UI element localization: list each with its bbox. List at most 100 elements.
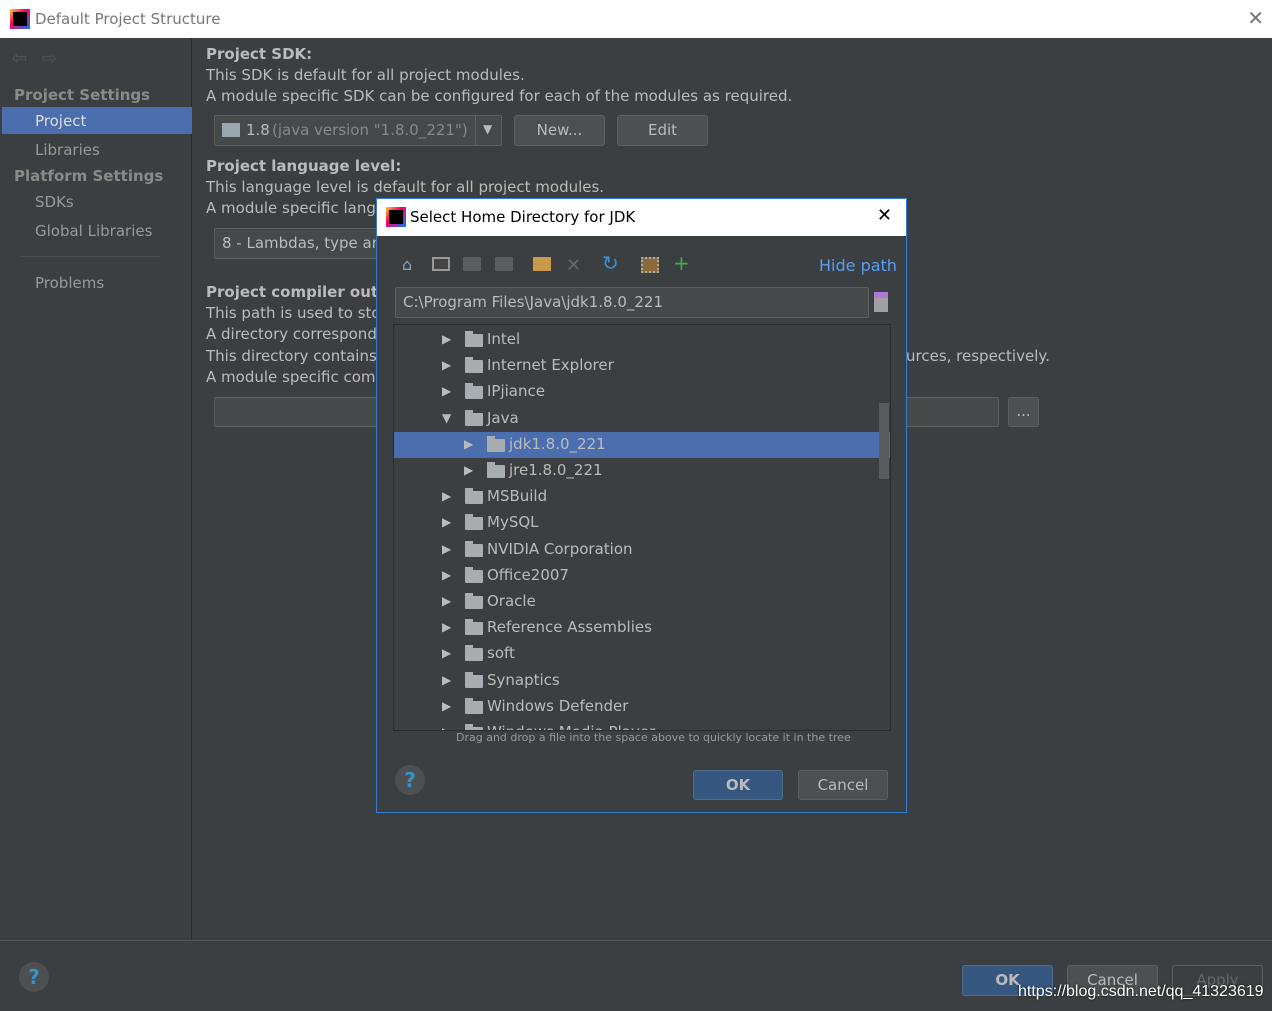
- sidebar-item-problems[interactable]: Problems: [35, 274, 104, 292]
- tree-item-label: Reference Assemblies: [487, 618, 652, 637]
- delete-icon[interactable]: ✕: [566, 255, 581, 276]
- sidebar-item-sdks[interactable]: SDKs: [35, 193, 74, 211]
- dialog-titlebar: Select Home Directory for JDK ✕: [377, 199, 906, 236]
- sdk-desc: A module specific SDK can be configured …: [206, 87, 793, 105]
- show-hidden-icon[interactable]: [641, 257, 659, 273]
- collapsed-arrow-icon[interactable]: ▶: [464, 437, 473, 451]
- collapsed-arrow-icon[interactable]: ▶: [442, 568, 451, 582]
- tree-item[interactable]: ▶ soft: [394, 641, 890, 667]
- tree-item[interactable]: ▶ Internet Explorer: [394, 353, 890, 379]
- compiler-desc: This directory contains: [206, 347, 377, 365]
- compiler-desc: This path is used to stor: [206, 304, 387, 322]
- desktop-icon[interactable]: [432, 257, 450, 271]
- add-jdk-icon[interactable]: +: [673, 251, 690, 275]
- new-sdk-button[interactable]: New...: [514, 115, 605, 146]
- project-folder-icon[interactable]: [463, 257, 481, 271]
- close-icon[interactable]: ✕: [877, 205, 892, 226]
- folder-icon: [465, 566, 483, 583]
- section-platform-settings: Platform Settings: [14, 167, 164, 185]
- compiler-desc: A directory correspond: [206, 325, 377, 343]
- drag-drop-hint: Drag and drop a file into the space abov…: [456, 731, 851, 744]
- collapsed-arrow-icon[interactable]: ▶: [442, 699, 451, 713]
- intellij-logo-icon: [10, 9, 30, 29]
- tree-item[interactable]: ▶ jre1.8.0_221: [394, 458, 890, 484]
- sidebar-item-libraries[interactable]: Libraries: [35, 141, 100, 159]
- sidebar-item-project[interactable]: Project: [35, 112, 86, 130]
- tree-item-label: jre1.8.0_221: [509, 461, 603, 479]
- sdk-dropdown[interactable]: 1.8 (java version "1.8.0_221") ▼: [214, 115, 502, 146]
- dialog-cancel-button[interactable]: Cancel: [798, 770, 888, 800]
- tree-item[interactable]: ▶ Synaptics: [394, 668, 890, 694]
- compiler-desc: A module specific comp: [206, 368, 386, 386]
- scrollbar-thumb[interactable]: [879, 403, 889, 479]
- language-desc: This language level is default for all p…: [206, 178, 605, 196]
- expanded-arrow-icon[interactable]: ▼: [442, 411, 451, 425]
- sidebar-selection: [2, 107, 192, 134]
- tree-item[interactable]: ▼ Java: [394, 406, 890, 432]
- collapsed-arrow-icon[interactable]: ▶: [442, 620, 451, 634]
- tree-item-label: NVIDIA Corporation: [487, 539, 633, 558]
- collapsed-arrow-icon[interactable]: ▶: [442, 673, 451, 687]
- collapsed-arrow-icon[interactable]: ▶: [442, 646, 451, 660]
- new-folder-icon[interactable]: [533, 257, 551, 271]
- tree-item[interactable]: ▶ Office2007: [394, 563, 890, 589]
- folder-icon: [465, 488, 483, 505]
- path-input[interactable]: C:\Program Files\Java\jdk1.8.0_221: [395, 287, 869, 318]
- folder-icon: [465, 357, 483, 374]
- folder-icon: [465, 331, 483, 347]
- language-level-dropdown[interactable]: 8 - Lambdas, type ann: [214, 228, 391, 259]
- tree-item[interactable]: ▶ Windows Defender: [394, 694, 890, 720]
- tree-item-label: Windows Defender: [487, 696, 629, 715]
- jdk-folder-icon: [222, 123, 240, 137]
- folder-icon: [465, 593, 483, 609]
- help-icon[interactable]: ?: [395, 765, 425, 795]
- collapsed-arrow-icon[interactable]: ▶: [442, 489, 451, 503]
- select-jdk-dialog: Select Home Directory for JDK ✕ ⌂ ✕ ↻ + …: [376, 198, 907, 813]
- tree-item-label: soft: [487, 644, 515, 663]
- forward-arrow-icon[interactable]: ⇨: [42, 48, 57, 69]
- dialog-ok-button[interactable]: OK: [693, 770, 783, 800]
- tree-item[interactable]: ▶ IPjiance: [394, 379, 890, 405]
- folder-icon: [465, 514, 483, 531]
- collapsed-arrow-icon[interactable]: ▶: [442, 332, 451, 346]
- close-icon[interactable]: ✕: [1247, 6, 1264, 30]
- download-icon[interactable]: [874, 292, 888, 312]
- directory-tree[interactable]: ▶ Intel ▶ Internet Explorer ▶ IPjiance ▼ Java ▶ j…: [393, 324, 891, 731]
- tree-item-label: Windows Media Player: [487, 723, 655, 730]
- collapsed-arrow-icon[interactable]: ▶: [442, 542, 451, 556]
- folder-icon: [487, 462, 505, 478]
- tree-item[interactable]: ▶ jdk1.8.0_221: [394, 431, 890, 458]
- collapsed-arrow-icon[interactable]: ▶: [464, 463, 473, 477]
- footer-bar: ? OK Cancel Apply https://blog.csdn.net/…: [0, 940, 1272, 1011]
- browse-button[interactable]: ...: [1008, 397, 1039, 427]
- module-folder-icon[interactable]: [495, 257, 513, 271]
- collapsed-arrow-icon[interactable]: ▶: [442, 515, 451, 529]
- compiler-output-heading: Project compiler outpu: [206, 283, 400, 301]
- tree-item-label: IPjiance: [487, 382, 545, 401]
- tree-item[interactable]: ▶ Reference Assemblies: [394, 615, 890, 641]
- collapsed-arrow-icon[interactable]: ▶: [442, 358, 451, 372]
- collapsed-arrow-icon[interactable]: ▶: [442, 725, 451, 730]
- folder-icon: [465, 619, 483, 636]
- refresh-icon[interactable]: ↻: [602, 251, 619, 275]
- tree-item-label: Office2007: [487, 565, 569, 584]
- folder-icon: [465, 540, 483, 557]
- collapsed-arrow-icon[interactable]: ▶: [442, 384, 451, 398]
- tree-item[interactable]: ▶ MySQL: [394, 510, 890, 536]
- sdk-heading: Project SDK:: [206, 45, 313, 63]
- tree-item[interactable]: ▶ Oracle: [394, 589, 890, 615]
- home-icon[interactable]: ⌂: [402, 255, 412, 274]
- tree-item[interactable]: ▶ NVIDIA Corporation: [394, 537, 890, 563]
- help-icon[interactable]: ?: [19, 962, 49, 992]
- edit-sdk-button[interactable]: Edit: [617, 115, 708, 146]
- back-arrow-icon[interactable]: ⇦: [12, 48, 27, 69]
- sidebar-item-global-libraries[interactable]: Global Libraries: [35, 222, 152, 240]
- collapsed-arrow-icon[interactable]: ▶: [442, 594, 451, 608]
- tree-item-label: MSBuild: [487, 487, 548, 506]
- language-desc: A module specific langu: [206, 199, 386, 217]
- hide-path-link[interactable]: Hide path: [819, 256, 897, 275]
- tree-item[interactable]: ▶ Windows Media Player: [394, 720, 890, 730]
- tree-item[interactable]: ▶ Intel: [394, 327, 890, 353]
- tree-item-label: MySQL: [487, 513, 539, 532]
- tree-item[interactable]: ▶ MSBuild: [394, 484, 890, 510]
